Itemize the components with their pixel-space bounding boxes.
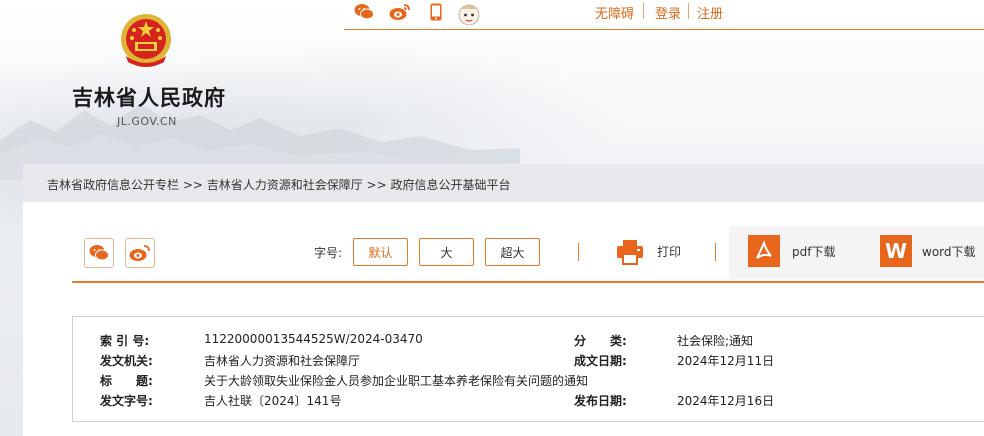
pdf-download-link[interactable]: pdf下载 [792,243,835,260]
font-xlarge-button[interactable]: 超大 [485,238,540,266]
mountain-landscape [0,104,520,180]
site-title[interactable]: 吉林省人民政府 [72,82,226,112]
title-value: 关于大龄领取失业保险金人员参加企业职工基本养老保险有关问题的通知 [204,374,589,388]
national-emblem-icon [121,14,171,67]
created-date-label: 成文日期: [574,354,627,368]
created-date-value: 2024年12月11日 [677,354,775,368]
wechat-icon [89,245,109,261]
published-date-label: 发布日期: [574,394,627,408]
pdf-icon[interactable] [748,235,780,267]
wechat-icon[interactable] [352,0,376,24]
weibo-icon [129,245,150,261]
site-domain: JL.GOV.CN [117,115,177,128]
toolbar-divider [578,243,579,261]
top-divider [688,3,689,19]
doc-number-label: 发文字号: [100,394,153,408]
category-value: 社会保险;通知 [677,334,754,348]
share-wechat-button[interactable] [84,238,114,268]
published-date-value: 2024年12月16日 [677,394,775,408]
login-link[interactable]: 登录 [655,3,681,22]
register-link[interactable]: 注册 [697,3,723,22]
word-icon[interactable]: W [880,235,912,267]
font-large-button[interactable]: 大 [419,238,474,266]
document-meta-table: 索 引 号: 11220000013544525W/2024-03470 分 类… [72,316,984,422]
print-icon[interactable] [616,238,644,266]
issuer-value: 吉林省人力资源和社会保障厅 [204,354,361,368]
download-area: pdf下载 W word下载 [729,226,984,279]
toolbar-divider [715,243,716,261]
word-download-link[interactable]: word下载 [922,243,976,260]
issuer-label: 发文机关: [100,354,153,368]
font-default-button[interactable]: 默认 [353,238,408,266]
mascot-icon[interactable] [456,0,482,28]
weibo-icon[interactable] [388,0,412,24]
share-weibo-button[interactable] [125,238,155,268]
category-label: 分 类: [574,334,627,348]
print-link[interactable]: 打印 [657,243,681,260]
article-toolbar: 字号: 默认 大 超大 打印 pdf下载 W word下载 [72,226,984,283]
top-divider [643,3,644,19]
accessibility-link[interactable]: 无障碍 [595,3,634,22]
breadcrumb-text[interactable]: 吉林省政府信息公开专栏 >> 吉林省人力资源和社会保障厅 >> 政府信息公开基础… [47,176,510,193]
top-bar: 无障碍 登录 注册 [344,0,984,30]
font-size-label: 字号: [314,246,343,260]
index-label: 索 引 号: [100,334,150,348]
index-value: 11220000013544525W/2024-03470 [204,332,423,346]
mobile-icon[interactable] [424,0,448,24]
doc-number-value: 吉人社联〔2024〕141号 [204,394,342,408]
breadcrumb: 吉林省政府信息公开专栏 >> 吉林省人力资源和社会保障厅 >> 政府信息公开基础… [23,164,984,202]
title-label: 标 题: [100,374,153,388]
